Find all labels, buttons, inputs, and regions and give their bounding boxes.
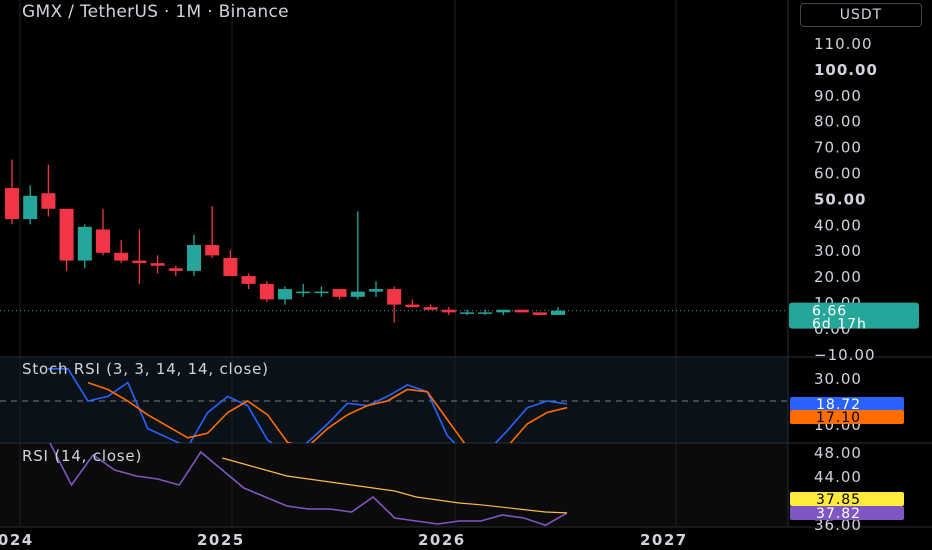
price-badge-countdown: 6d 17h [812,317,867,333]
stoch-tick-label: 30.00 [814,370,862,388]
stoch-rsi-label: Stoch RSI (3, 3, 14, 14, close) [22,360,269,378]
rsi-tick-label: 44.00 [814,468,862,486]
x-axis-year-label: 2027 [640,531,688,549]
candle-up [296,291,311,294]
price-tick-label: 50.00 [814,190,866,208]
candle-down [114,252,129,261]
candle-down [405,304,420,308]
rsi-tick-label: 48.00 [814,444,862,462]
candle-down [259,283,274,300]
candle-down [332,289,347,297]
candle-up [350,291,365,297]
candle-up [278,289,292,300]
candle-up [314,291,329,294]
candle-down [96,229,110,253]
x-axis-year-label: 2024 [0,531,34,549]
price-tick-label: 30.00 [814,242,862,260]
price-chart[interactable]: 110.00 100.00 90.00 80.00 70.00 60.00 50.00 40.… [0,0,932,550]
candle-down [441,309,456,313]
price-tick-label: 100.00 [814,61,878,79]
currency-selector-button[interactable]: USDT [800,3,922,27]
x-axis-year-label: 2025 [197,531,245,549]
candle-down [150,263,165,266]
stoch-d-value: 17.10 [816,410,861,426]
rsi-label: RSI (14, close) [22,447,143,465]
price-tick-label: 60.00 [814,165,862,183]
candle-up [77,226,92,261]
price-tick-label: 90.00 [814,87,862,105]
candle-down [168,268,183,271]
candle-down [5,188,19,220]
price-tick-label: 110.00 [814,35,873,53]
candle-up [460,312,474,314]
price-tick-label: −10.00 [814,346,876,364]
candle-up [23,195,38,220]
candle-down [59,208,74,261]
candle-down [532,312,547,315]
candle-down [423,307,438,310]
candle-up [551,310,565,315]
candle-down [387,289,402,305]
candle-down [132,260,147,264]
price-tick-label: 80.00 [814,113,862,131]
price-tick-label: 20.00 [814,268,862,286]
candle-down [514,309,529,313]
candle-down [223,257,238,277]
candle-up [187,245,201,271]
price-tick-label: 70.00 [814,139,862,157]
candle-up [478,312,493,314]
candle-down [205,245,220,256]
candle-up [369,289,383,292]
x-axis-year-label: 2026 [418,531,466,549]
chart-title: GMX / TetherUS · 1M · Binance [22,2,289,22]
rsi-value: 37.82 [816,506,861,522]
candle-down [41,193,56,209]
candle-up [496,309,511,313]
candle-down [241,276,256,284]
price-tick-label: 40.00 [814,216,862,234]
